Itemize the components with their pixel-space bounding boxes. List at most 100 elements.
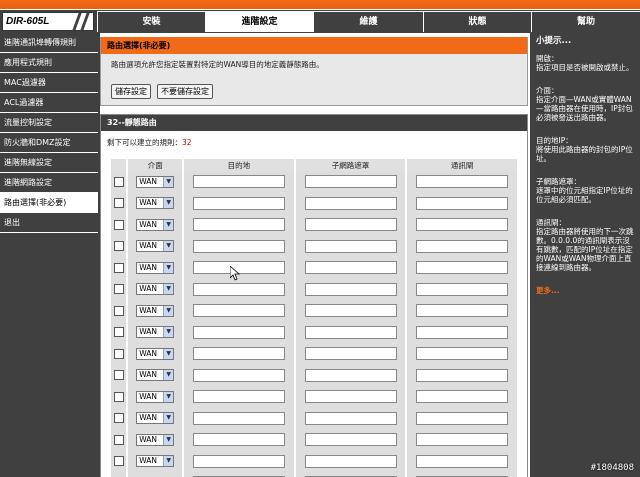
route-destination-input[interactable] bbox=[192, 304, 285, 318]
route-interface-select[interactable]: WAN ▼ bbox=[136, 390, 175, 403]
route-enable-checkbox[interactable] bbox=[113, 391, 124, 402]
route-destination-input[interactable] bbox=[192, 282, 285, 296]
route-interface-value: WAN bbox=[139, 284, 157, 294]
route-enable-checkbox[interactable] bbox=[113, 262, 124, 273]
route-interface-value: WAN bbox=[139, 262, 157, 272]
model-name: DIR-605L bbox=[6, 16, 50, 27]
route-interface-select[interactable]: WAN ▼ bbox=[136, 197, 175, 210]
route-destination-input[interactable] bbox=[192, 239, 285, 253]
route-enable-checkbox[interactable] bbox=[113, 284, 124, 295]
route-subnet-mask-input[interactable] bbox=[304, 347, 397, 361]
remaining-rules-count: 32 bbox=[182, 138, 192, 147]
route-destination-input[interactable] bbox=[192, 196, 285, 210]
route-enable-checkbox[interactable] bbox=[113, 434, 124, 445]
tab-advanced[interactable]: 進階設定 bbox=[205, 11, 313, 32]
route-gateway-input[interactable] bbox=[416, 175, 509, 189]
route-subnet-mask-input[interactable] bbox=[304, 390, 397, 404]
sidebar-item-application-rules[interactable]: 應用程式規則 bbox=[0, 53, 98, 73]
route-subnet-mask-input[interactable] bbox=[304, 239, 397, 253]
tab-maintenance[interactable]: 維護 bbox=[313, 11, 423, 32]
tab-help[interactable]: 幫助 bbox=[531, 11, 640, 32]
route-subnet-mask-input[interactable] bbox=[304, 218, 397, 232]
route-destination-input[interactable] bbox=[192, 433, 285, 447]
route-interface-value: WAN bbox=[139, 434, 157, 444]
route-enable-checkbox[interactable] bbox=[113, 176, 124, 187]
sidebar-item-mac-filter[interactable]: MAC過濾器 bbox=[0, 73, 98, 93]
route-interface-select[interactable]: WAN ▼ bbox=[136, 326, 175, 339]
route-interface-select[interactable]: WAN ▼ bbox=[136, 347, 175, 360]
sidebar-item-acl-filter[interactable]: ACL過濾器 bbox=[0, 93, 98, 113]
route-enable-checkbox[interactable] bbox=[113, 456, 124, 467]
route-gateway-input[interactable] bbox=[416, 390, 509, 404]
route-interface-select[interactable]: WAN ▼ bbox=[136, 304, 175, 317]
route-destination-input[interactable] bbox=[192, 454, 285, 468]
route-interface-select[interactable]: WAN ▼ bbox=[136, 283, 175, 296]
route-interface-select[interactable]: WAN ▼ bbox=[136, 455, 175, 468]
chevron-down-icon: ▼ bbox=[163, 305, 174, 316]
table-row: WAN ▼ bbox=[111, 386, 517, 408]
route-interface-select[interactable]: WAN ▼ bbox=[136, 261, 175, 274]
route-interface-select[interactable]: WAN ▼ bbox=[136, 369, 175, 382]
route-subnet-mask-input[interactable] bbox=[304, 325, 397, 339]
route-enable-checkbox[interactable] bbox=[113, 348, 124, 359]
route-enable-checkbox[interactable] bbox=[113, 370, 124, 381]
route-enable-checkbox[interactable] bbox=[113, 327, 124, 338]
chevron-down-icon: ▼ bbox=[163, 327, 174, 338]
dont-save-settings-button[interactable]: 不要儲存設定 bbox=[157, 84, 213, 99]
route-gateway-input[interactable] bbox=[416, 282, 509, 296]
route-subnet-mask-input[interactable] bbox=[304, 261, 397, 275]
route-interface-select[interactable]: WAN ▼ bbox=[136, 218, 175, 231]
route-enable-checkbox[interactable] bbox=[113, 198, 124, 209]
route-enable-checkbox[interactable] bbox=[113, 305, 124, 316]
sidebar-item-firewall-dmz[interactable]: 防火牆和DMZ設定 bbox=[0, 133, 98, 153]
sidebar-item-advanced-network[interactable]: 進階網路設定 bbox=[0, 173, 98, 193]
tab-setup[interactable]: 安裝 bbox=[97, 11, 205, 32]
sidebar-item-traffic-control[interactable]: 流量控制設定 bbox=[0, 113, 98, 133]
route-subnet-mask-input[interactable] bbox=[304, 196, 397, 210]
save-settings-button[interactable]: 儲存設定 bbox=[111, 84, 151, 99]
sidebar-item-routing[interactable]: 路由選擇(非必要) bbox=[0, 193, 98, 213]
route-subnet-mask-input[interactable] bbox=[304, 282, 397, 296]
route-destination-input[interactable] bbox=[192, 175, 285, 189]
help-more-link[interactable]: 更多... bbox=[536, 286, 636, 295]
sidebar-item-advanced-wireless[interactable]: 進階無線設定 bbox=[0, 153, 98, 173]
route-gateway-input[interactable] bbox=[416, 325, 509, 339]
help-title: 小提示... bbox=[536, 36, 572, 46]
route-enable-checkbox[interactable] bbox=[113, 241, 124, 252]
sidebar-item-logout[interactable]: 退出 bbox=[0, 213, 98, 233]
route-subnet-mask-input[interactable] bbox=[304, 368, 397, 382]
route-gateway-input[interactable] bbox=[416, 261, 509, 275]
route-gateway-input[interactable] bbox=[416, 411, 509, 425]
route-destination-input[interactable] bbox=[192, 411, 285, 425]
route-gateway-input[interactable] bbox=[416, 239, 509, 253]
route-subnet-mask-input[interactable] bbox=[304, 175, 397, 189]
route-subnet-mask-input[interactable] bbox=[304, 304, 397, 318]
sidebar-item-advanced-port-forwarding[interactable]: 進階通訊埠轉傳規則 bbox=[0, 33, 98, 53]
route-interface-select[interactable]: WAN ▼ bbox=[136, 175, 175, 188]
route-gateway-input[interactable] bbox=[416, 304, 509, 318]
help-enable: 開啟： 指定項目是否被開啟或禁止。 bbox=[536, 54, 634, 72]
route-gateway-input[interactable] bbox=[416, 218, 509, 232]
route-subnet-mask-input[interactable] bbox=[304, 433, 397, 447]
route-gateway-input[interactable] bbox=[416, 368, 509, 382]
route-destination-input[interactable] bbox=[192, 347, 285, 361]
tab-status[interactable]: 狀態 bbox=[423, 11, 531, 32]
route-destination-input[interactable] bbox=[192, 325, 285, 339]
route-gateway-input[interactable] bbox=[416, 433, 509, 447]
route-interface-select[interactable]: WAN ▼ bbox=[136, 412, 175, 425]
route-destination-input[interactable] bbox=[192, 218, 285, 232]
route-enable-checkbox[interactable] bbox=[113, 413, 124, 424]
route-destination-input[interactable] bbox=[192, 390, 285, 404]
route-gateway-input[interactable] bbox=[416, 196, 509, 210]
route-interface-select[interactable]: WAN ▼ bbox=[136, 433, 175, 446]
route-gateway-input[interactable] bbox=[416, 454, 509, 468]
route-enable-checkbox[interactable] bbox=[113, 219, 124, 230]
routing-intro-section: 路由選擇(非必要) 路由選項允許您指定裝置對特定的WAN導目的地定義靜態路由。 … bbox=[100, 37, 528, 106]
route-interface-select[interactable]: WAN ▼ bbox=[136, 240, 175, 253]
route-gateway-input[interactable] bbox=[416, 347, 509, 361]
route-subnet-mask-input[interactable] bbox=[304, 454, 397, 468]
static-routes-section: 32--靜態路由 剩下可以建立的規則：32 介面 目的地 子網路遮罩 通訊閘 W… bbox=[100, 114, 528, 477]
chevron-down-icon: ▼ bbox=[163, 219, 174, 230]
route-subnet-mask-input[interactable] bbox=[304, 411, 397, 425]
route-destination-input[interactable] bbox=[192, 368, 285, 382]
